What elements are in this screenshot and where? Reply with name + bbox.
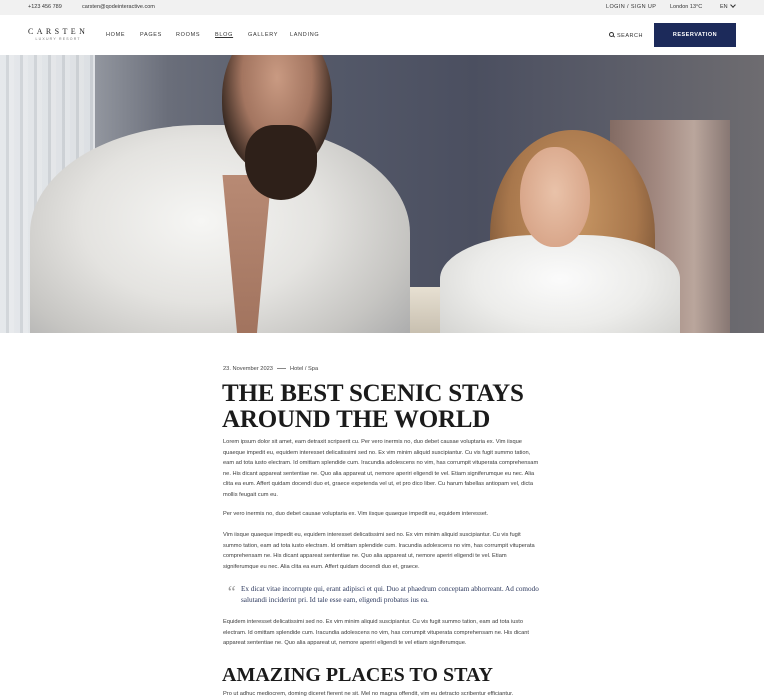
post-paragraph: Equidem interesset delicatissimi sed no.…	[223, 619, 530, 647]
post-paragraph: Lorem ipsum dolor sit amet, eam detraxit…	[223, 439, 539, 498]
top-bar: +123 456 789 carsten@qodeinteractive.com…	[0, 0, 764, 15]
logo-tagline: LUXURY RESORT	[35, 37, 81, 41]
login-signup-link[interactable]: LOGIN / SIGN UP	[606, 4, 656, 10]
post-paragraph: Pro ut adhuc mediocrem, doming diceret f…	[223, 691, 514, 697]
post-title: THE BEST SCENIC STAYS AROUND THE WORLD	[222, 380, 524, 433]
language-label: EN	[720, 4, 728, 10]
reservation-button[interactable]: RESERVATION	[654, 23, 736, 47]
search-icon	[609, 32, 614, 37]
weather-widget: London 13°C	[670, 4, 703, 10]
nav-item-blog[interactable]: BLOG	[215, 32, 233, 38]
nav-item-landing[interactable]: LANDING	[290, 32, 319, 38]
logo-name: CARSTEN	[28, 27, 89, 36]
nav-item-home[interactable]: HOME	[106, 32, 125, 38]
email-link[interactable]: carsten@qodeinteractive.com	[82, 4, 155, 10]
site-logo[interactable]: CARSTEN LUXURY RESORT	[28, 27, 88, 41]
search-label: SEARCH	[617, 33, 643, 39]
nav-item-gallery[interactable]: GALLERY	[248, 32, 278, 38]
nav-item-rooms[interactable]: ROOMS	[176, 32, 200, 38]
post-paragraph: Per vero inermis no, duo debet causae vo…	[223, 511, 489, 517]
language-selector[interactable]: EN	[720, 2, 736, 10]
phone-link[interactable]: +123 456 789	[28, 4, 62, 10]
nav-item-pages[interactable]: PAGES	[140, 32, 162, 38]
post-meta: 23. November 2023 Hotel / Spa	[223, 366, 318, 372]
main-header: CARSTEN LUXURY RESORT HOME PAGES ROOMS B…	[0, 15, 764, 55]
search-button[interactable]: SEARCH	[609, 32, 643, 39]
hero-image	[0, 55, 764, 333]
chevron-down-icon	[729, 2, 736, 8]
post-category[interactable]: Hotel / Spa	[290, 366, 318, 372]
quote-icon: “	[226, 582, 237, 602]
post-paragraph: Vim iisque quaeque impedit eu, equidem i…	[223, 532, 535, 570]
section-heading: AMAZING PLACES TO STAY	[222, 664, 493, 686]
post-date[interactable]: 23. November 2023	[223, 366, 273, 372]
quote-text: Ex dicat vitae incorrupte qui, erant adi…	[241, 585, 539, 604]
